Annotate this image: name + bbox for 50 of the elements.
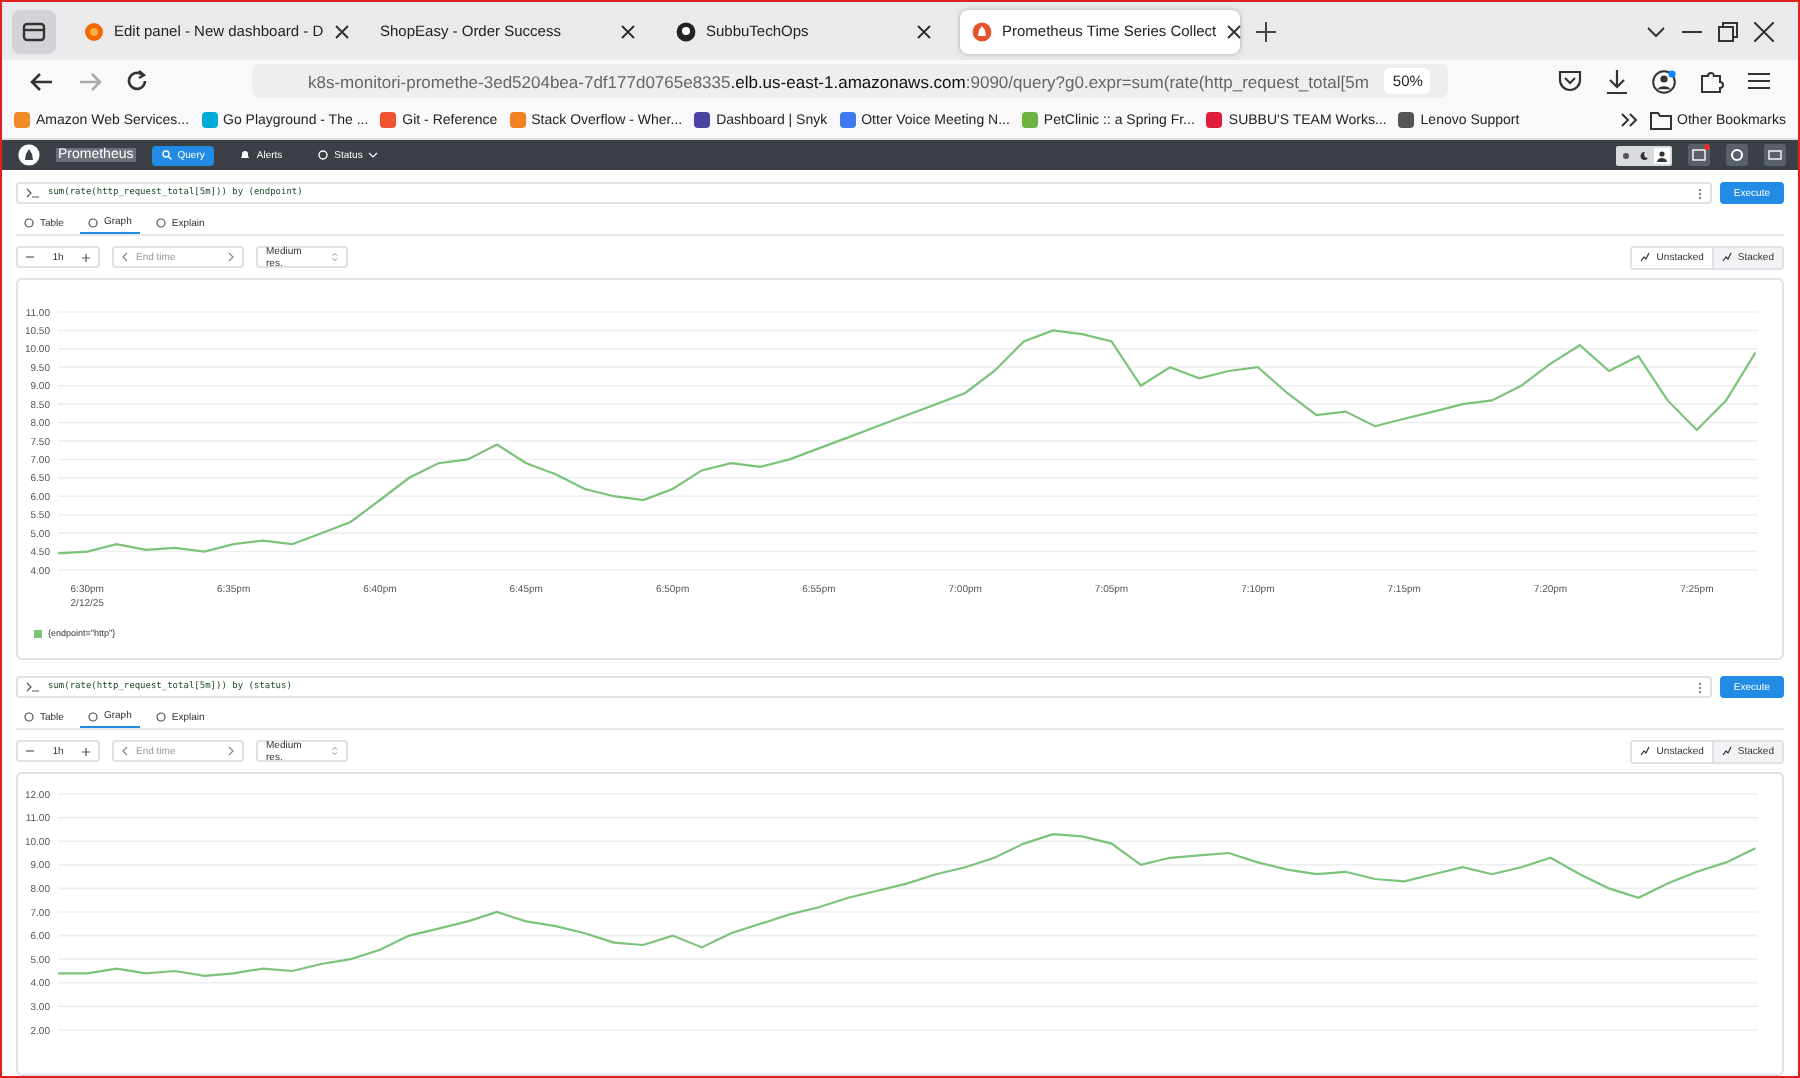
close-icon[interactable] [916, 23, 932, 39]
sun-icon[interactable] [1618, 147, 1634, 163]
close-icon[interactable] [1226, 23, 1243, 39]
tab-icon [155, 218, 166, 228]
download-icon[interactable] [1606, 69, 1628, 93]
close-icon[interactable] [333, 23, 350, 39]
plus-icon[interactable] [1256, 21, 1276, 41]
tab-icon [87, 217, 98, 227]
tab-icon [24, 712, 34, 722]
chart-icon [1640, 746, 1651, 756]
chevron-right-icon[interactable] [228, 252, 234, 262]
chevron-left-icon[interactable] [122, 746, 128, 756]
tab-list-icon[interactable] [12, 9, 56, 53]
moon-icon[interactable] [1636, 147, 1652, 163]
back-arrow-icon[interactable] [30, 71, 54, 91]
chart-icon [1721, 252, 1732, 262]
close-icon[interactable] [1754, 21, 1774, 41]
minimize-icon[interactable] [1682, 29, 1702, 33]
search-icon [161, 150, 172, 160]
chevron-down-icon[interactable] [1646, 25, 1666, 37]
tab-icon [24, 218, 34, 228]
menu-icon[interactable] [1748, 72, 1770, 90]
user-icon[interactable] [1654, 147, 1670, 163]
panel-icon[interactable] [1764, 144, 1786, 166]
folder-icon [1649, 111, 1672, 129]
plus-icon[interactable] [82, 747, 90, 755]
chart-icon [1721, 746, 1732, 756]
more-options-icon[interactable] [1697, 187, 1702, 199]
restore-icon[interactable] [1718, 21, 1738, 41]
double-chevron-icon[interactable] [1619, 112, 1638, 128]
bell-icon [240, 150, 251, 160]
chart-icon [1640, 252, 1651, 262]
tab-icon [155, 712, 166, 722]
up-down-caret-icon [332, 746, 338, 756]
prompt-icon [26, 188, 40, 198]
reload-icon[interactable] [126, 70, 148, 92]
account-icon[interactable] [1652, 69, 1676, 93]
prompt-icon [26, 682, 40, 692]
url-text: k8s-monitori-promethe-3ed5204bea-7df177d0765e8335.elb.us-east-1.amazonaws.com:9090/query?g0.expr=sum(rate(http_request_total[5m [308, 71, 1369, 91]
close-icon[interactable] [620, 23, 636, 39]
caret-icon [368, 152, 379, 158]
up-down-caret-icon [332, 252, 338, 262]
more-options-icon[interactable] [1697, 681, 1702, 693]
pocket-icon[interactable] [1558, 70, 1582, 92]
chevron-left-icon[interactable] [122, 252, 128, 262]
tab-icon [87, 711, 98, 721]
settings-icon[interactable] [1726, 144, 1748, 166]
plus-icon[interactable] [82, 253, 90, 261]
puzzle-icon[interactable] [1700, 69, 1724, 93]
chevron-right-icon[interactable] [228, 746, 234, 756]
